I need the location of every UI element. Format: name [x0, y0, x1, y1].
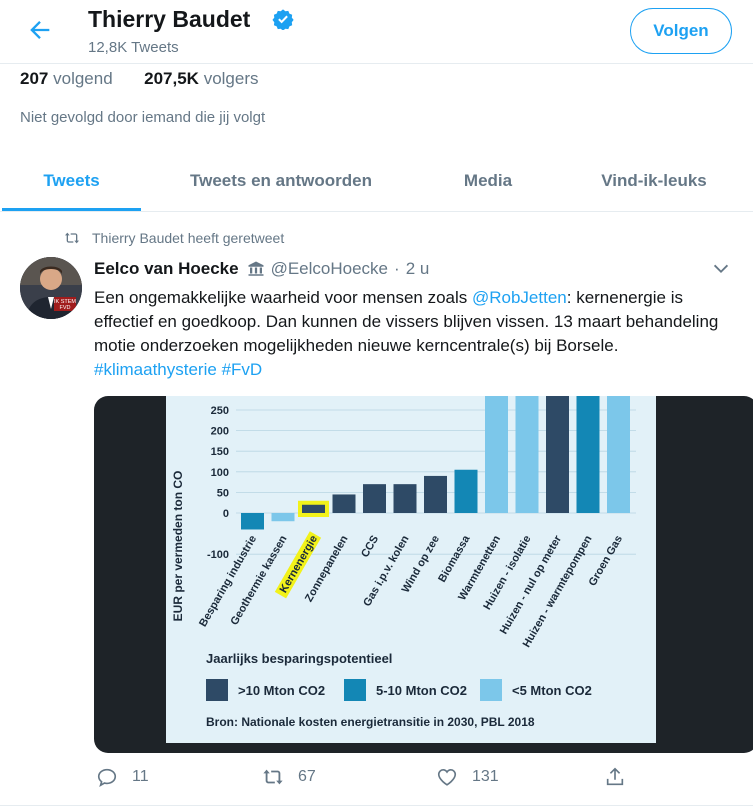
- y-tick-label: 150: [211, 446, 229, 458]
- heart-icon: [437, 769, 457, 786]
- avatar-badge-line2: FVD: [60, 305, 71, 311]
- profile-tabs: Tweets Tweets en antwoorden Media Vind-i…: [0, 150, 753, 212]
- tweet-text: Een ongemakkelijke waarheid voor mensen …: [94, 288, 719, 379]
- hashtag-klimaathysterie[interactable]: #klimaathysterie: [94, 360, 217, 379]
- tweet-actions: 11 67 131: [0, 762, 753, 798]
- followers-link[interactable]: 207,5K volgers: [144, 69, 258, 88]
- y-tick-label: 200: [211, 426, 229, 438]
- bar: [302, 504, 325, 513]
- tabs-divider: [0, 211, 753, 212]
- reply-icon: [97, 768, 117, 787]
- legend-swatch-light: [480, 679, 502, 701]
- bar: [576, 396, 600, 513]
- tab-tweets[interactable]: Tweets: [2, 150, 141, 212]
- share-icon: [606, 767, 624, 786]
- legend-item-2: 5-10 Mton CO2: [376, 683, 467, 698]
- bar: [424, 475, 447, 513]
- y-tick-label: 0: [223, 508, 229, 520]
- bottom-divider: [0, 805, 753, 806]
- bar: [332, 494, 356, 513]
- institution-icon: [248, 261, 264, 276]
- tab-media[interactable]: Media: [421, 150, 555, 212]
- profile-name: Thierry Baudet: [88, 6, 251, 32]
- followers-you-know: Niet gevolgd door iemand die jij volgt: [20, 109, 266, 126]
- back-arrow-icon[interactable]: [26, 16, 54, 44]
- bar: [546, 396, 569, 513]
- following-link[interactable]: 207 volgend: [20, 69, 113, 88]
- reply-button[interactable]: 11: [96, 766, 149, 788]
- legend-item-3: <5 Mton CO2: [512, 683, 592, 698]
- tweet-header: Eelco van Hoecke @EelcoHoecke · 2 u: [94, 259, 429, 279]
- chart-svg: EUR per vermeden ton CO -100 0 50 100 150 200…: [166, 396, 656, 743]
- tab-tweets-and-replies[interactable]: Tweets en antwoorden: [141, 150, 421, 212]
- tweet-count: 12,8K Tweets: [88, 39, 179, 56]
- chevron-down-icon[interactable]: [710, 258, 732, 280]
- y-tick-label: 100: [211, 467, 229, 479]
- tweet-timestamp[interactable]: 2 u: [406, 259, 430, 279]
- bar: [515, 396, 539, 513]
- legend-title: Jaarlijks besparingspotentieel: [206, 651, 392, 666]
- retweet-icon: [65, 232, 79, 244]
- retweet-count: 67: [298, 768, 316, 785]
- retweet-context: Thierry Baudet heeft geretweet: [64, 230, 284, 246]
- tab-likes[interactable]: Vind-ik-leuks: [555, 150, 753, 212]
- legend-item-1: >10 Mton CO2: [238, 683, 325, 698]
- profile-header: Thierry Baudet 12,8K Tweets Volgen: [0, 0, 753, 64]
- y-tick-label: -100: [207, 549, 229, 561]
- y-axis-label: EUR per vermeden ton CO: [171, 471, 185, 622]
- verified-badge-icon: [272, 9, 294, 30]
- retweet-action-icon: [263, 769, 283, 785]
- legend-swatch-dark: [206, 679, 228, 701]
- bar: [241, 513, 264, 530]
- bar: [393, 484, 417, 513]
- follow-button[interactable]: Volgen: [630, 8, 732, 54]
- retweet-label[interactable]: Thierry Baudet heeft geretweet: [92, 230, 284, 246]
- tweet-media-image[interactable]: EUR per vermeden ton CO -100 0 50 100 150 200…: [94, 396, 753, 753]
- bar: [454, 469, 478, 513]
- tweet-author[interactable]: Eelco van Hoecke: [94, 259, 239, 279]
- bar: [363, 484, 386, 513]
- follow-stats: 207 volgend 207,5K volgers: [20, 69, 259, 89]
- mention-link[interactable]: @RobJetten: [472, 288, 567, 307]
- tweet-handle[interactable]: @EelcoHoecke: [271, 259, 388, 279]
- chart-source: Bron: Nationale kosten energietransitie …: [206, 715, 535, 729]
- reply-count: 11: [132, 768, 149, 785]
- hashtag-fvd[interactable]: #FvD: [222, 360, 263, 379]
- like-count: 131: [472, 768, 499, 785]
- header-divider: [0, 63, 753, 64]
- y-tick-label: 50: [217, 487, 229, 499]
- retweet-button[interactable]: 67: [262, 766, 316, 788]
- like-button[interactable]: 131: [436, 766, 499, 788]
- share-button[interactable]: [604, 766, 640, 788]
- avatar[interactable]: IK STEM FVD: [20, 257, 82, 319]
- legend-swatch-mid: [344, 679, 366, 701]
- separator-dot: ·: [394, 259, 400, 278]
- bar: [485, 396, 508, 513]
- y-tick-label: 250: [211, 405, 229, 417]
- bar: [271, 513, 295, 522]
- bar: [607, 396, 630, 513]
